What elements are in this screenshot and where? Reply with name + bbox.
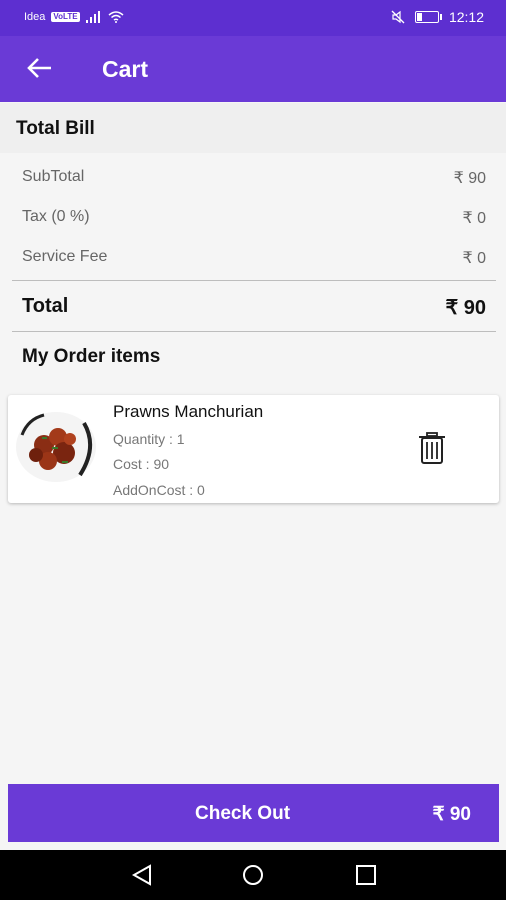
total-row: Total ₹ 90 <box>22 295 486 320</box>
volte-badge: VoLTE <box>51 12 80 22</box>
service-fee-value: ₹ 0 <box>462 250 486 267</box>
status-bar: Idea VoLTE 12:12 <box>0 0 506 36</box>
divider <box>12 280 496 281</box>
total-bill-header: Total Bill <box>0 103 506 153</box>
subtotal-label: SubTotal <box>22 168 85 185</box>
item-quantity: Quantity : 1 <box>113 431 185 447</box>
app-bar: Cart <box>0 36 506 102</box>
total-bill-title: Total Bill <box>16 118 95 139</box>
subtotal-value: ₹ 90 <box>453 170 486 187</box>
tax-value: ₹ 0 <box>462 210 486 227</box>
signal-icon <box>85 11 100 23</box>
divider <box>12 331 496 332</box>
triangle-back-icon[interactable] <box>130 864 154 886</box>
status-time: 12:12 <box>448 9 484 25</box>
mute-icon <box>391 10 405 24</box>
total-label: Total <box>22 295 69 317</box>
checkout-button[interactable]: Check Out ₹ 90 <box>8 784 499 842</box>
checkout-label: Check Out <box>195 803 291 824</box>
checkout-amount: ₹ 90 <box>432 804 471 825</box>
page-title: Cart <box>102 56 149 82</box>
battery-icon <box>414 11 442 23</box>
service-fee-label: Service Fee <box>22 248 108 265</box>
trash-icon[interactable] <box>416 431 448 465</box>
item-addon-cost: AddOnCost : 0 <box>113 482 205 498</box>
square-recents-icon[interactable] <box>354 864 378 886</box>
service-fee-row: Service Fee ₹ 0 <box>22 248 486 268</box>
system-nav-bar <box>0 850 506 900</box>
tax-label: Tax (0 %) <box>22 208 90 225</box>
wifi-icon <box>108 11 124 23</box>
status-bar-right: 12:12 <box>391 9 484 25</box>
tax-row: Tax (0 %) ₹ 0 <box>22 208 486 228</box>
arrow-left-icon[interactable] <box>26 56 54 80</box>
item-name: Prawns Manchurian <box>113 402 264 421</box>
food-thumbnail <box>16 412 96 482</box>
circle-home-icon[interactable] <box>241 864 265 886</box>
item-cost: Cost : 90 <box>113 456 170 472</box>
status-bar-left: Idea VoLTE <box>24 11 124 23</box>
subtotal-row: SubTotal ₹ 90 <box>22 168 486 188</box>
order-item-card[interactable]: Prawns Manchurian Quantity : 1 Cost : 90… <box>8 395 499 503</box>
carrier-name: Idea <box>24 11 46 23</box>
total-value: ₹ 90 <box>445 297 486 319</box>
order-items-title: My Order items <box>22 346 161 367</box>
